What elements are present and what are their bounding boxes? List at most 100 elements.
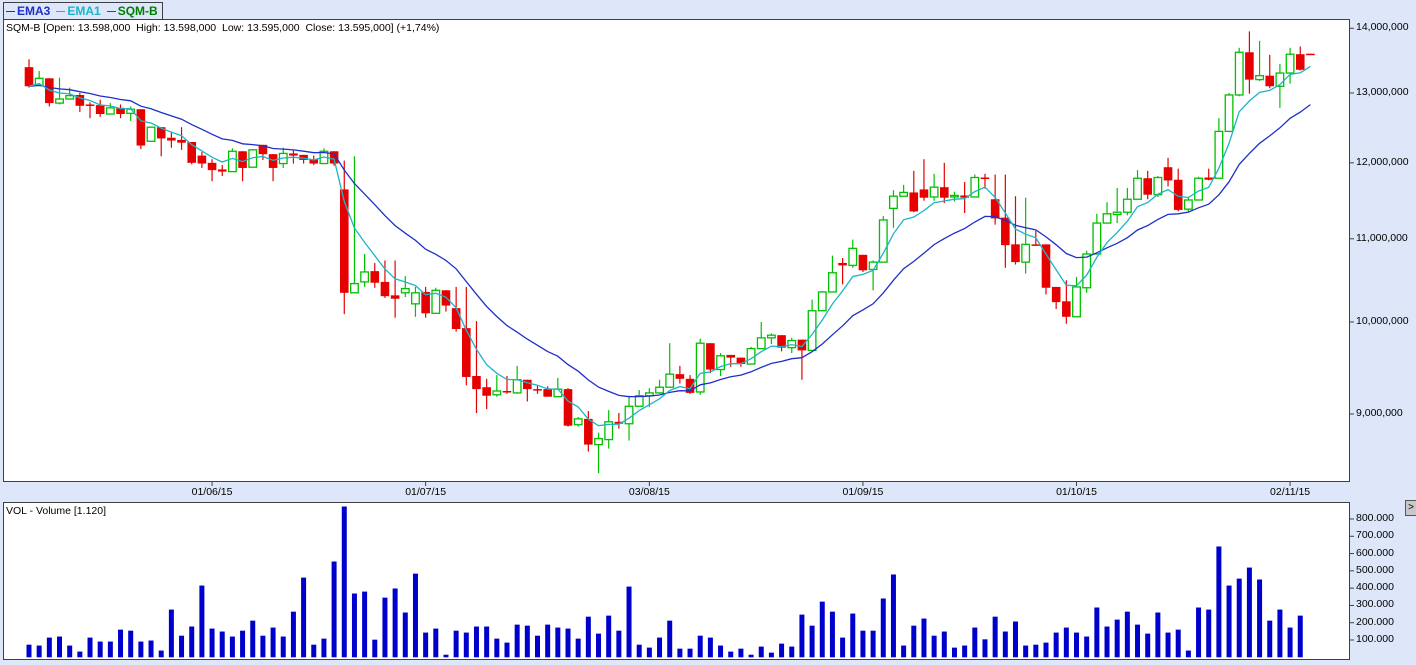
volume-bar[interactable] [575, 638, 581, 658]
volume-bar[interactable] [890, 574, 896, 658]
volume-bar[interactable] [402, 612, 408, 658]
volume-bar[interactable] [1216, 546, 1222, 658]
volume-bar[interactable] [158, 650, 164, 658]
volume-bar[interactable] [168, 609, 174, 658]
candle-down[interactable] [1306, 53, 1315, 56]
volume-bar[interactable] [972, 627, 978, 658]
volume-bar[interactable] [707, 637, 713, 658]
volume-bar[interactable] [26, 644, 32, 658]
volume-bar[interactable] [128, 630, 134, 658]
volume-bar[interactable] [341, 506, 347, 658]
volume-bar[interactable] [829, 611, 835, 658]
candle-up[interactable] [746, 346, 756, 365]
volume-bar[interactable] [901, 645, 907, 658]
volume-bar[interactable] [1053, 632, 1059, 658]
volume-bar[interactable] [1257, 579, 1263, 658]
candle-down[interactable] [45, 78, 54, 107]
volume-bar[interactable] [209, 628, 215, 658]
volume-bar[interactable] [514, 624, 520, 658]
volume-bar[interactable] [77, 651, 83, 658]
volume-bar[interactable] [1135, 624, 1141, 658]
volume-bar[interactable] [504, 642, 510, 658]
volume-bar[interactable] [1094, 607, 1100, 658]
candle-up[interactable] [878, 216, 888, 263]
volume-bar[interactable] [199, 585, 205, 658]
volume-bar[interactable] [484, 626, 490, 658]
volume-bar[interactable] [229, 636, 235, 658]
volume-bar[interactable] [57, 636, 63, 658]
volume-bar[interactable] [1277, 609, 1283, 658]
volume-bar[interactable] [362, 591, 368, 658]
volume-bar[interactable] [1074, 632, 1080, 658]
volume-bar[interactable] [412, 573, 418, 658]
volume-bar[interactable] [626, 586, 632, 658]
volume-bar[interactable] [1175, 629, 1181, 658]
volume-bar[interactable] [1206, 609, 1212, 658]
volume-bar[interactable] [1114, 619, 1120, 658]
candle-up[interactable] [817, 291, 827, 312]
volume-bar[interactable] [138, 641, 144, 658]
volume-bar[interactable] [351, 593, 357, 658]
volume-bar[interactable] [992, 616, 998, 658]
volume-bar[interactable] [870, 630, 876, 658]
volume-bar[interactable] [1033, 644, 1039, 658]
volume-bar[interactable] [463, 632, 469, 658]
legend-item-sqm-b[interactable]: SQM-B [106, 4, 158, 18]
volume-bar[interactable] [97, 641, 103, 658]
volume-bar[interactable] [1023, 645, 1029, 658]
volume-bar[interactable] [1165, 632, 1171, 658]
scroll-right-button[interactable]: > [1405, 500, 1416, 516]
volume-bar[interactable] [1012, 621, 1018, 658]
volume-bar[interactable] [321, 638, 327, 658]
volume-bar[interactable] [290, 611, 296, 658]
volume-bar[interactable] [301, 577, 307, 658]
volume-bar[interactable] [799, 614, 805, 658]
volume-bar[interactable] [921, 618, 927, 658]
volume-bar[interactable] [758, 646, 764, 658]
volume-bar[interactable] [941, 631, 947, 658]
volume-bar[interactable] [1124, 611, 1130, 658]
volume-bar[interactable] [433, 628, 439, 658]
volume-bar[interactable] [951, 647, 957, 658]
volume-bar[interactable] [494, 638, 500, 658]
volume-bar[interactable] [748, 654, 754, 658]
price-panel[interactable] [3, 19, 1350, 482]
candle-up[interactable] [1234, 47, 1244, 97]
volume-bar[interactable] [667, 620, 673, 658]
volume-bar[interactable] [646, 647, 652, 658]
volume-bar[interactable] [1246, 567, 1252, 658]
volume-bar[interactable] [453, 630, 459, 658]
volume-bar[interactable] [819, 601, 825, 658]
volume-bar[interactable] [768, 652, 774, 658]
volume-bar[interactable] [1297, 615, 1303, 658]
volume-bar[interactable] [779, 643, 785, 658]
candle-up[interactable] [573, 416, 583, 427]
volume-bar[interactable] [392, 588, 398, 658]
volume-bar[interactable] [311, 644, 317, 658]
volume-bar[interactable] [718, 645, 724, 658]
volume-bar[interactable] [1236, 578, 1242, 658]
volume-bar[interactable] [372, 639, 378, 658]
volume-bar[interactable] [443, 654, 449, 658]
volume-bar[interactable] [423, 632, 429, 658]
volume-bar[interactable] [880, 598, 886, 658]
volume-bar[interactable] [270, 627, 276, 658]
volume-bar[interactable] [535, 635, 540, 658]
candle-down[interactable] [706, 343, 715, 374]
volume-bar[interactable] [840, 637, 846, 658]
volume-bar[interactable] [596, 633, 602, 658]
candle-up[interactable] [1224, 92, 1234, 133]
volume-bar[interactable] [1002, 631, 1008, 658]
volume-bar[interactable] [148, 640, 154, 658]
volume-bar[interactable] [179, 635, 185, 658]
volume-bar[interactable] [697, 635, 703, 658]
volume-bar[interactable] [1196, 607, 1202, 658]
candle-up[interactable] [1194, 176, 1203, 201]
volume-bar[interactable] [36, 645, 42, 658]
volume-bar[interactable] [331, 561, 337, 658]
volume-bar[interactable] [606, 615, 612, 658]
volume-bar[interactable] [46, 637, 52, 658]
volume-bar[interactable] [1063, 627, 1069, 658]
volume-bar[interactable] [1043, 642, 1049, 658]
volume-bar[interactable] [1226, 585, 1232, 658]
